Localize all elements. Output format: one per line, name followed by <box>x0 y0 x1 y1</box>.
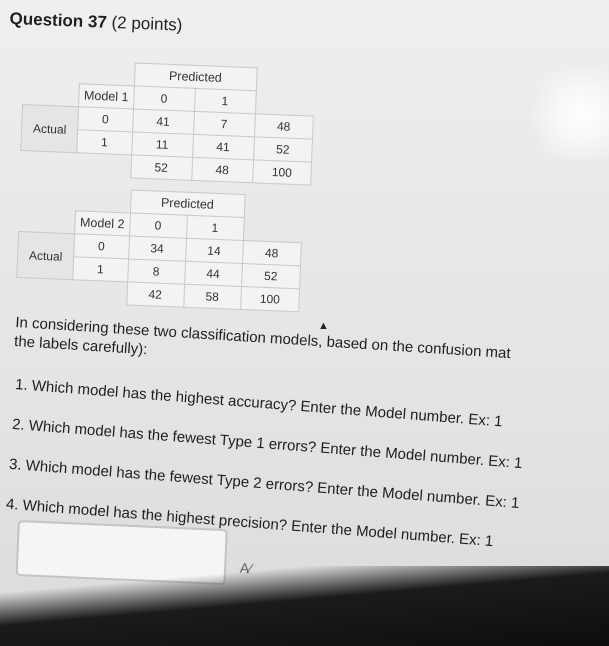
model1-col-total: 48 <box>191 157 254 183</box>
model1-actual-label: Actual <box>20 104 79 153</box>
model2-confusion-table: Predicted Model 2 0 1 Actual 0 34 14 48 … <box>15 185 303 312</box>
model1-cell: 41 <box>132 108 194 135</box>
model2-cell: 8 <box>127 258 186 285</box>
model1-col-total: 52 <box>130 154 193 181</box>
model1-actual-class0: 0 <box>77 106 134 132</box>
model1-pred-class0: 0 <box>133 85 195 112</box>
model2-row-total: 52 <box>241 263 301 289</box>
model2-actual-label: Actual <box>16 231 75 280</box>
model1-cell: 41 <box>192 134 255 160</box>
model1-actual-class1: 1 <box>76 129 133 155</box>
model1-pred-class1: 1 <box>193 88 256 114</box>
model1-row-total: 52 <box>253 136 313 163</box>
model1-cell: 11 <box>131 131 194 158</box>
model2-actual-class1: 1 <box>72 256 129 282</box>
model2-pred-class0: 0 <box>129 212 187 239</box>
screen-glare <box>519 70 609 160</box>
model1-row-total: 48 <box>254 113 314 140</box>
model2-col-total: 58 <box>183 284 242 310</box>
model2-pred-class1: 1 <box>185 215 244 241</box>
model2-grand-total: 100 <box>240 286 300 312</box>
question-points: (2 points) <box>111 12 183 35</box>
model1-cell: 7 <box>193 111 255 137</box>
model2-actual-class0: 0 <box>73 233 130 259</box>
model2-cell: 34 <box>128 235 186 262</box>
laptop-bezel <box>0 566 609 646</box>
question-number: Question 37 <box>9 9 108 32</box>
model1-label: Model 1 <box>78 83 134 109</box>
mouse-cursor-icon: ▲ <box>318 320 329 332</box>
model1-grand-total: 100 <box>252 159 312 186</box>
model2-cell: 44 <box>184 261 243 287</box>
model1-confusion-table: Predicted Model 1 0 1 Actual 0 41 7 48 1… <box>19 58 315 186</box>
model2-cell: 14 <box>185 238 243 264</box>
model2-row-total: 48 <box>242 240 302 266</box>
model2-col-total: 42 <box>126 281 185 308</box>
model2-label: Model 2 <box>74 210 130 236</box>
